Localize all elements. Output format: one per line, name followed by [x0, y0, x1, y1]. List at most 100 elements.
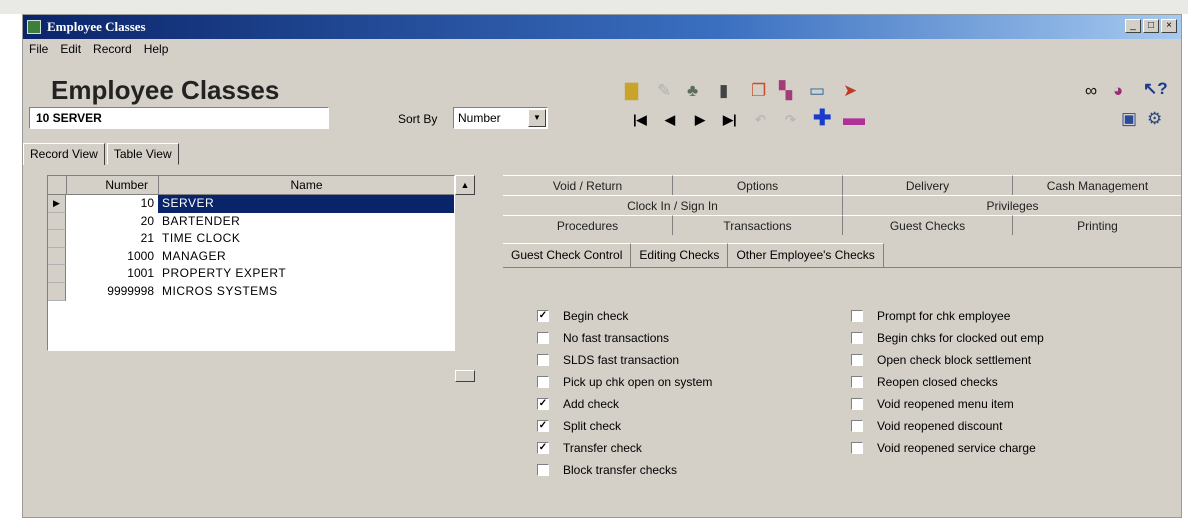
checkbox-prompt-chk-employee[interactable]: Prompt for chk employee — [851, 305, 1044, 327]
folder-icon[interactable]: ▇ — [625, 81, 638, 101]
maximize-button[interactable]: □ — [1143, 19, 1159, 33]
background-strip — [0, 0, 1188, 14]
row-selector — [48, 230, 66, 248]
table-row[interactable]: 1001 PROPERTY EXPERT — [48, 265, 454, 283]
undo-icon[interactable]: ↶ — [755, 112, 766, 128]
row-number: 9999998 — [107, 283, 154, 298]
tab-record-view[interactable]: Record View — [23, 143, 105, 165]
checkbox-box[interactable] — [851, 354, 863, 366]
checkbox-label: Transfer check — [563, 441, 642, 455]
sort-select[interactable]: Number ▼ — [453, 107, 548, 129]
right-options: Prompt for chk employee Begin chks for c… — [851, 305, 1044, 459]
checkbox-add-check[interactable]: ✓ Add check — [537, 393, 712, 415]
run-icon[interactable]: ➤ — [843, 81, 857, 101]
first-icon[interactable]: |◀ — [633, 112, 647, 128]
checkbox-box[interactable] — [537, 332, 549, 344]
subtab-other-employees-checks[interactable]: Other Employee's Checks — [728, 243, 884, 267]
help-icon[interactable]: ↖? — [1143, 79, 1168, 99]
tab-void-return[interactable]: Void / Return — [503, 175, 673, 195]
checkbox-slds-fast-transaction[interactable]: SLDS fast transaction — [537, 349, 712, 371]
close-button[interactable]: × — [1161, 19, 1177, 33]
menu-file[interactable]: File — [29, 42, 48, 56]
column-header-name[interactable]: Name — [159, 176, 454, 194]
add-icon[interactable]: ✚ — [813, 105, 831, 131]
table-row[interactable]: 9999998 MICROS SYSTEMS — [48, 282, 454, 301]
trash-icon[interactable]: ▮ — [719, 81, 728, 101]
last-icon[interactable]: ▶| — [723, 112, 737, 128]
checkbox-block-transfer-checks[interactable]: Block transfer checks — [537, 459, 712, 481]
checkbox-open-check-block[interactable]: Open check block settlement — [851, 349, 1044, 371]
tab-options[interactable]: Options — [673, 175, 843, 195]
checkbox-box[interactable]: ✓ — [537, 420, 549, 432]
column-header-number[interactable]: Number — [67, 176, 159, 194]
checkbox-box[interactable] — [851, 332, 863, 344]
checkbox-begin-chks-clocked-out[interactable]: Begin chks for clocked out emp — [851, 327, 1044, 349]
gear-icon[interactable]: ⚙ — [1147, 109, 1162, 129]
checkbox-box[interactable] — [851, 310, 863, 322]
tab-guest-checks[interactable]: Guest Checks — [843, 215, 1013, 235]
redo-icon[interactable]: ↷ — [785, 112, 796, 128]
row-selector-header — [48, 176, 67, 194]
tab-table-view[interactable]: Table View — [106, 143, 179, 165]
table-row[interactable]: 21 TIME CLOCK — [48, 230, 454, 248]
checkbox-no-fast-transactions[interactable]: No fast transactions — [537, 327, 712, 349]
binoculars-icon[interactable]: ∞ — [1085, 81, 1097, 101]
scrollbar-thumb[interactable] — [455, 370, 475, 382]
checkbox-label: Pick up chk open on system — [563, 375, 713, 389]
checkbox-reopen-closed-checks[interactable]: Reopen closed checks — [851, 371, 1044, 393]
tree-icon[interactable]: ♣ — [687, 81, 698, 101]
checkbox-label: Add check — [563, 397, 620, 411]
checkbox-void-reopened-discount[interactable]: Void reopened discount — [851, 415, 1044, 437]
chevron-down-icon[interactable]: ▼ — [528, 109, 546, 127]
table-row[interactable]: 20 BARTENDER — [48, 212, 454, 231]
row-name: PROPERTY EXPERT — [162, 266, 287, 281]
monitor-icon[interactable]: ▣ — [1121, 109, 1137, 129]
checkbox-split-check[interactable]: ✓ Split check — [537, 415, 712, 437]
pencil-icon[interactable]: ✎ — [657, 81, 671, 101]
scroll-up-button[interactable]: ▲ — [455, 175, 475, 195]
tab-printing[interactable]: Printing — [1013, 215, 1181, 235]
prev-icon[interactable]: ◀ — [665, 112, 675, 128]
checkbox-void-reopened-menu-item[interactable]: Void reopened menu item — [851, 393, 1044, 415]
row-number: 1000 — [127, 248, 154, 263]
checkbox-box[interactable]: ✓ — [537, 398, 549, 410]
checkbox-box[interactable] — [537, 354, 549, 366]
checkbox-box[interactable] — [851, 420, 863, 432]
checkbox-begin-check[interactable]: ✓ Begin check — [537, 305, 712, 327]
report-icon[interactable]: ▚ — [779, 81, 792, 101]
checkbox-box[interactable] — [537, 376, 549, 388]
tab-procedures[interactable]: Procedures — [503, 215, 673, 235]
minimize-button[interactable]: _ — [1125, 19, 1141, 33]
subtab-guest-check-control[interactable]: Guest Check Control — [503, 243, 632, 267]
menu-record[interactable]: Record — [93, 42, 132, 56]
table-row[interactable]: 1000 MANAGER — [48, 247, 454, 266]
paint-icon[interactable]: ◕ — [1113, 81, 1123, 101]
checkbox-box[interactable] — [851, 442, 863, 454]
tab-delivery[interactable]: Delivery — [843, 175, 1013, 195]
subtab-editing-checks[interactable]: Editing Checks — [631, 243, 729, 267]
checkbox-void-reopened-service-charge[interactable]: Void reopened service charge — [851, 437, 1044, 459]
tab-transactions[interactable]: Transactions — [673, 215, 843, 235]
settings-tabs: Void / Return Options Delivery Cash Mana… — [503, 175, 1181, 235]
copy-icon[interactable]: ❐ — [751, 81, 766, 101]
tab-row-1: Void / Return Options Delivery Cash Mana… — [503, 175, 1181, 195]
sort-label: Sort By — [398, 112, 438, 126]
row-selector — [48, 265, 66, 283]
checkbox-box[interactable]: ✓ — [537, 310, 549, 322]
checkbox-transfer-check[interactable]: ✓ Transfer check — [537, 437, 712, 459]
checkbox-box[interactable]: ✓ — [537, 442, 549, 454]
table-row[interactable]: ▶ 10 SERVER — [48, 195, 454, 213]
checkbox-box[interactable] — [537, 464, 549, 476]
remove-icon[interactable]: ▬ — [843, 105, 865, 131]
next-icon[interactable]: ▶ — [695, 112, 705, 128]
checkbox-box[interactable] — [851, 376, 863, 388]
checkbox-label: No fast transactions — [563, 331, 670, 345]
tab-clock-in[interactable]: Clock In / Sign In — [503, 195, 843, 215]
checkbox-box[interactable] — [851, 398, 863, 410]
tab-cash-management[interactable]: Cash Management — [1013, 175, 1181, 195]
menu-help[interactable]: Help — [144, 42, 169, 56]
checkbox-pick-up-chk[interactable]: Pick up chk open on system — [537, 371, 712, 393]
screen-icon[interactable]: ▭ — [809, 81, 825, 101]
menu-edit[interactable]: Edit — [60, 42, 81, 56]
tab-privileges[interactable]: Privileges — [843, 195, 1181, 215]
